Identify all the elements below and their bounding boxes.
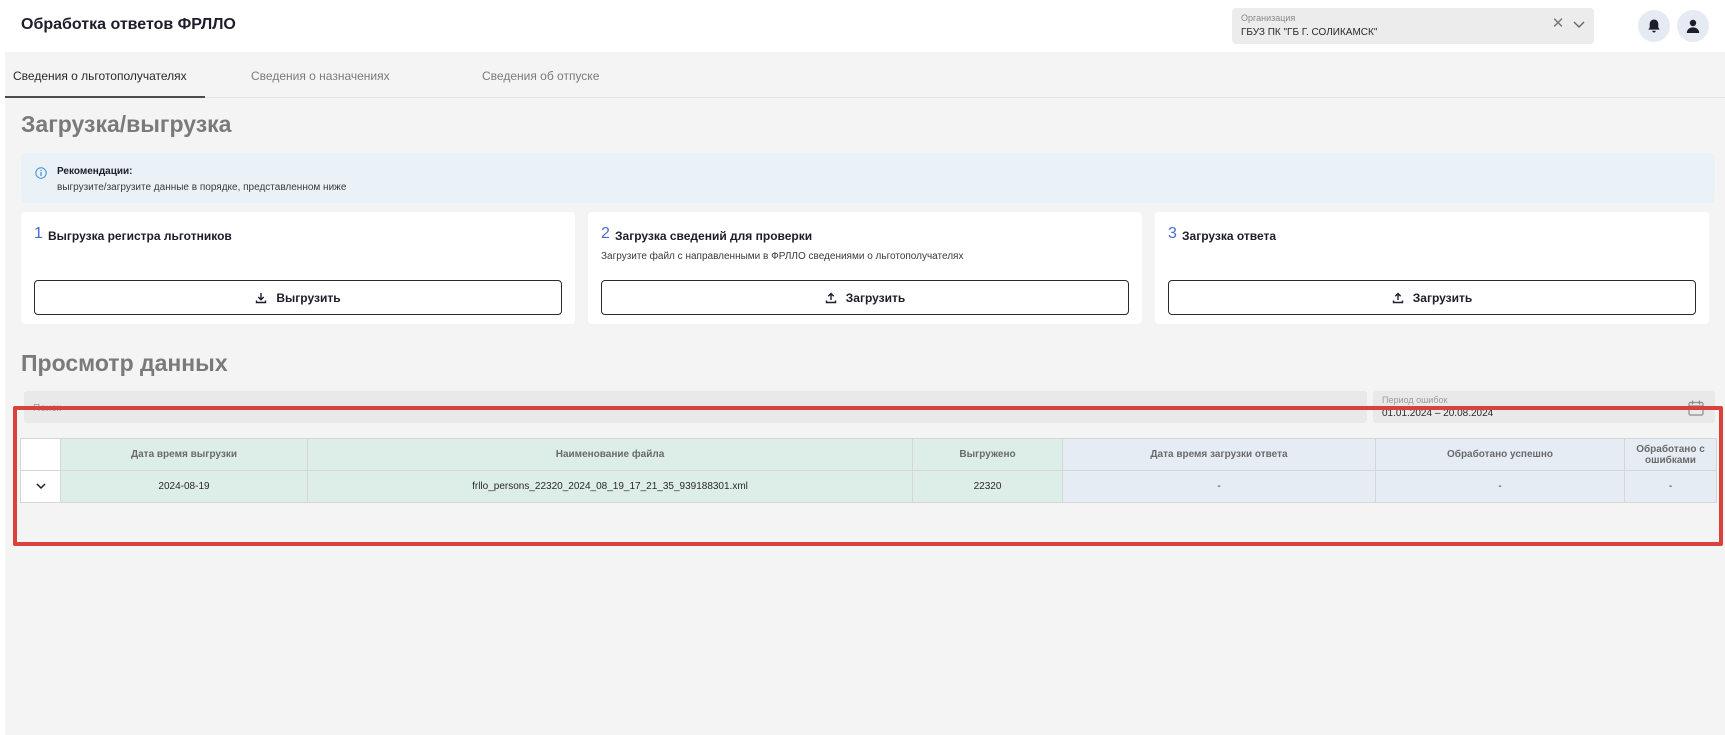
search-placeholder: Поиск xyxy=(33,403,61,414)
period-value: 01.01.2024 – 20.08.2024 xyxy=(1382,408,1494,419)
calendar-icon[interactable] xyxy=(1687,399,1705,417)
cell-exported: 22320 xyxy=(912,470,1063,503)
upload-response-card: 3 Загрузка ответа Загрузить xyxy=(1155,212,1709,324)
export-button[interactable]: Выгрузить xyxy=(34,280,562,315)
cell-processed-ok: - xyxy=(1375,470,1625,503)
card-title: Выгрузка регистра льготников xyxy=(48,229,232,243)
organization-value: ГБУЗ ПК "ГБ Г. СОЛИКАМСК" xyxy=(1241,27,1378,38)
upload-response-button-label: Загрузить xyxy=(1412,290,1473,305)
card-description: Загрузите файл с направленными в ФРЛЛО с… xyxy=(601,251,964,262)
search-input[interactable]: Поиск xyxy=(24,391,1367,423)
column-header-export-datetime[interactable]: Дата время выгрузки xyxy=(60,438,308,471)
data-section-title: Просмотр данных xyxy=(21,350,228,376)
column-header-filename[interactable]: Наименование файла xyxy=(307,438,913,471)
main-panel: Сведения о льготополучателях Сведения о … xyxy=(5,52,1725,735)
user-menu-button[interactable] xyxy=(1677,10,1709,42)
responses-table: Дата время выгрузки Наименование файла В… xyxy=(20,438,1717,503)
upload-icon xyxy=(825,292,836,303)
card-title: Загрузка ответа xyxy=(1182,229,1277,243)
column-header-expand xyxy=(20,438,61,471)
cell-export-datetime: 2024-08-19 xyxy=(60,470,308,503)
cell-filename: frllo_persons_22320_2024_08_19_17_21_35_… xyxy=(307,470,913,503)
upload-section-title: Загрузка/выгрузка xyxy=(21,111,232,137)
recommendation-title: Рекомендации: xyxy=(57,166,133,177)
step-number: 1 xyxy=(34,225,43,242)
clear-icon[interactable]: ✕ xyxy=(1550,16,1566,32)
column-header-processed-errors[interactable]: Обработано с ошибками xyxy=(1624,438,1717,471)
user-icon xyxy=(1686,19,1700,33)
step-number: 2 xyxy=(601,225,610,242)
active-tab-indicator xyxy=(5,96,205,98)
upload-icon xyxy=(1392,292,1403,303)
step-number: 3 xyxy=(1168,225,1177,242)
chevron-down-icon[interactable] xyxy=(33,478,49,494)
period-label: Период ошибок xyxy=(1382,395,1448,405)
top-bar: Обработка ответов ФРЛЛО Организация ГБУЗ… xyxy=(0,0,1725,52)
tab-dispensing[interactable]: Сведения об отпуске xyxy=(482,52,599,98)
cell-processed-errors: - xyxy=(1624,470,1717,503)
upload-check-button[interactable]: Загрузить xyxy=(601,280,1129,315)
table-header-row: Дата время выгрузки Наименование файла В… xyxy=(20,438,1717,471)
upload-response-button[interactable]: Загрузить xyxy=(1168,280,1696,315)
column-header-response-datetime[interactable]: Дата время загрузки ответа xyxy=(1062,438,1376,471)
recommendation-banner: Рекомендации: выгрузите/загрузите данные… xyxy=(21,153,1715,203)
column-header-exported[interactable]: Выгружено xyxy=(912,438,1063,471)
expand-cell[interactable] xyxy=(20,470,61,503)
export-button-label: Выгрузить xyxy=(276,290,341,305)
table-row[interactable]: 2024-08-19 frllo_persons_22320_2024_08_1… xyxy=(20,470,1717,503)
card-title: Загрузка сведений для проверки xyxy=(615,229,813,243)
info-icon xyxy=(35,167,47,179)
export-registry-card: 1 Выгрузка регистра льготников Выгрузить xyxy=(21,212,575,324)
bell-icon xyxy=(1648,19,1660,33)
tab-beneficiaries[interactable]: Сведения о льготополучателях xyxy=(13,52,187,98)
recommendation-text: выгрузите/загрузите данные в порядке, пр… xyxy=(57,182,347,193)
column-header-processed-ok[interactable]: Обработано успешно xyxy=(1375,438,1625,471)
upload-check-button-label: Загрузить xyxy=(845,290,906,305)
download-icon xyxy=(256,292,267,303)
error-period-field[interactable]: Период ошибок 01.01.2024 – 20.08.2024 xyxy=(1373,391,1715,423)
organization-label: Организация xyxy=(1241,13,1296,23)
tab-bar: Сведения о льготополучателях Сведения о … xyxy=(5,52,1725,98)
page-title: Обработка ответов ФРЛЛО xyxy=(21,16,236,33)
upload-check-card: 2 Загрузка сведений для проверки Загрузи… xyxy=(588,212,1142,324)
notifications-button[interactable] xyxy=(1638,10,1670,42)
tab-prescriptions[interactable]: Сведения о назначениях xyxy=(251,52,390,98)
organization-select[interactable]: Организация ГБУЗ ПК "ГБ Г. СОЛИКАМСК" ✕ xyxy=(1232,8,1594,44)
cell-response-datetime: - xyxy=(1062,470,1376,503)
chevron-down-icon[interactable] xyxy=(1572,17,1586,31)
